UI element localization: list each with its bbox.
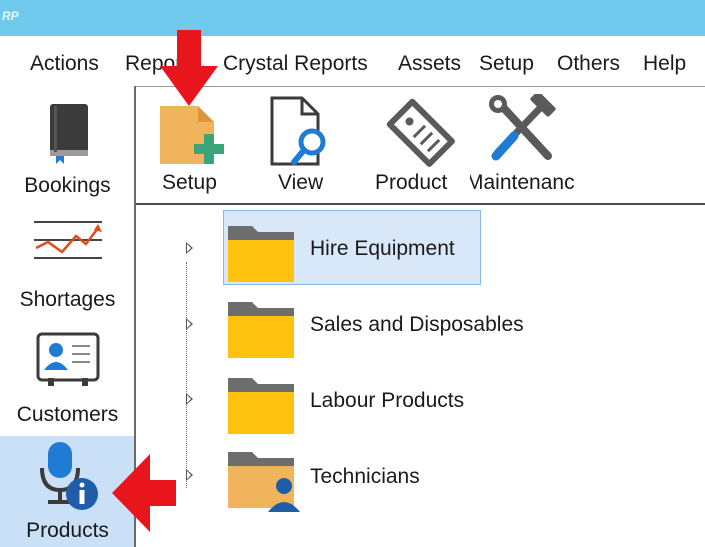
ribbon-maintenance-button[interactable]: Maintenanc (470, 92, 582, 198)
microphone-info-icon (40, 442, 98, 510)
menu-bar: Actions Reports Crystal Reports Assets S… (0, 44, 705, 84)
folder-user-icon (228, 452, 300, 512)
menu-crystal-reports[interactable]: Crystal Reports (223, 52, 368, 76)
expand-arrow-icon[interactable] (186, 393, 193, 405)
contact-card-icon (36, 332, 100, 386)
wrench-hammer-icon (489, 94, 556, 161)
tree-node-label: Technicians (310, 465, 420, 488)
menu-assets[interactable]: Assets (398, 52, 461, 76)
tree-node-label: Labour Products (310, 389, 465, 412)
red-arrow-down-icon (160, 30, 218, 106)
nav-bookings[interactable]: Bookings (0, 86, 135, 201)
ribbon-view-button[interactable]: View (262, 92, 342, 198)
expand-arrow-icon[interactable] (186, 318, 193, 330)
ribbon-setup-label: Setup (162, 171, 217, 194)
document-search-icon (270, 96, 326, 166)
nav-customers-label: Customers (16, 403, 119, 426)
ribbon-bottom-border (136, 203, 705, 205)
expand-arrow-icon[interactable] (186, 242, 193, 254)
menu-help[interactable]: Help (643, 52, 686, 76)
ribbon-maintenance-label: Maintenanc (470, 171, 575, 194)
nav-customers[interactable]: Customers (0, 318, 135, 432)
app-logo: RP (2, 9, 19, 23)
folder-icon (228, 378, 294, 434)
ribbon-product-label: Product (375, 171, 448, 194)
tree-connector-line (186, 262, 187, 488)
nav-shortages-label: Shortages (19, 288, 116, 311)
tree-node-label: Sales and Disposables (310, 313, 524, 336)
folder-icon (228, 226, 294, 282)
new-document-plus-icon (160, 106, 224, 164)
book-icon (50, 104, 88, 164)
menu-setup[interactable]: Setup (479, 52, 534, 76)
line-chart-icon (34, 221, 102, 259)
ribbon-view-label: View (278, 171, 324, 194)
menu-others[interactable]: Others (557, 52, 620, 76)
red-arrow-left-icon (112, 454, 176, 532)
ribbon-product-button[interactable]: Product (372, 92, 472, 198)
price-tag-icon (386, 98, 455, 167)
nav-shortages[interactable]: Shortages (0, 204, 135, 316)
tree-node-label: Hire Equipment (310, 237, 455, 260)
menu-actions[interactable]: Actions (30, 52, 99, 76)
expand-arrow-icon[interactable] (186, 469, 193, 481)
ribbon-top-border (136, 86, 705, 87)
nav-bookings-label: Bookings (24, 174, 111, 197)
folder-icon (228, 302, 294, 358)
title-bar: RP (0, 0, 705, 36)
